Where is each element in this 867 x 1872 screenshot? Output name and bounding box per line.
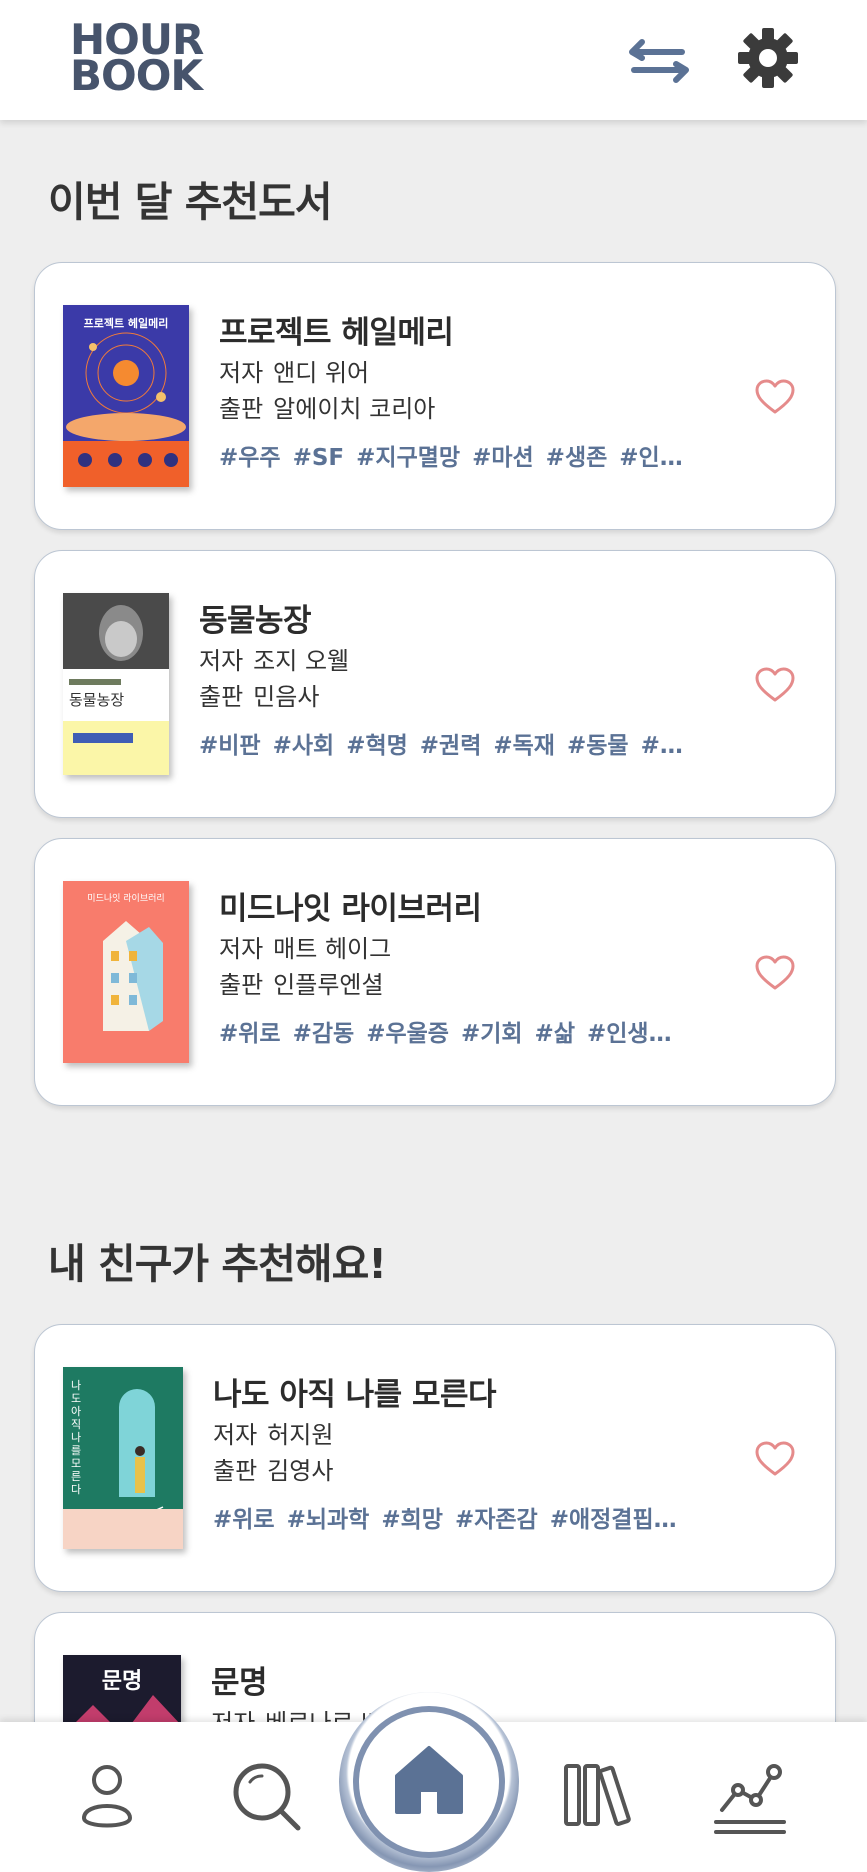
tag[interactable]: #감동 (293, 1021, 355, 1047)
library-icon[interactable] (552, 1752, 642, 1842)
book-title: 동물농장 (199, 603, 312, 639)
tag[interactable]: #삶 (535, 1021, 575, 1047)
app-logo[interactable]: HOUR BOOK (70, 19, 210, 100)
book-author: 저자 앤디 위어 (219, 359, 370, 387)
book-author: 저자 조지 오웰 (199, 647, 350, 675)
logo-line-2: BOOK (70, 51, 203, 100)
tag[interactable]: #우주 (219, 445, 281, 471)
tag[interactable]: #SF (293, 445, 345, 471)
tag[interactable]: #애정결핍 (550, 1507, 654, 1533)
tag[interactable]: #독재 (493, 733, 555, 759)
heart-icon[interactable] (755, 1441, 795, 1477)
book-tags: #우주 #SF #지구멸망 #마션 #생존 #인류애… (219, 441, 695, 475)
tag[interactable]: #권력 (420, 733, 482, 759)
book-cover[interactable]: 동물농장 (63, 593, 169, 775)
top-app-bar: HOUR BOOK (0, 0, 867, 120)
tag[interactable]: #러… (641, 733, 695, 759)
tag[interactable]: #위로 (213, 1507, 275, 1533)
tag[interactable]: #혁명 (346, 733, 408, 759)
book-card[interactable]: 미드나잇 라이브러리 미드나잇 라이브러리 저자 매트 헤이그 출판 인플루엔셜 #… (34, 838, 836, 1106)
search-icon[interactable] (222, 1752, 312, 1842)
book-cover-title: 미드나잇 라이브러리 (87, 894, 165, 904)
tag[interactable]: #비판 (199, 733, 261, 759)
book-cover-title: 프로젝트 헤일메리 (83, 317, 169, 330)
heart-icon[interactable] (755, 955, 795, 991)
profile-icon[interactable] (62, 1752, 152, 1842)
book-publisher: 출판 김영사 (213, 1457, 334, 1485)
tag[interactable]: #위로 (219, 1021, 281, 1047)
book-author: 저자 허지원 (213, 1421, 334, 1449)
book-cover[interactable]: 프로젝트 헤일메리 (63, 305, 189, 487)
tag[interactable]: #희망 (381, 1507, 443, 1533)
swap-arrows-icon[interactable] (628, 30, 690, 92)
book-title: 나도 아직 나를 모른다 (213, 1377, 497, 1413)
section-title-friends: 내 친구가 추천해요! (48, 1240, 387, 1288)
settings-gear-icon[interactable] (735, 25, 801, 91)
book-publisher: 출판 인플루엔셜 (219, 971, 384, 999)
book-card[interactable]: 나도 아직 나를 모른다 나도 아직 나를 모른다 저자 허지원 출판 김영사 #위… (34, 1324, 836, 1592)
heart-icon[interactable] (755, 379, 795, 415)
tag[interactable]: #뇌과학 (287, 1507, 370, 1533)
book-info: 미드나잇 라이브러리 저자 매트 헤이그 출판 인플루엔셜 #위로 #감동 #우울증 #기… (219, 887, 695, 1051)
stats-icon[interactable] (708, 1752, 798, 1842)
book-cover-title: 문명 (101, 1668, 143, 1694)
tag[interactable]: #인류애… (619, 445, 695, 471)
home-icon (395, 1746, 463, 1814)
home-button[interactable] (339, 1692, 519, 1872)
tag[interactable]: #동물 (567, 733, 629, 759)
book-cover[interactable]: 미드나잇 라이브러리 (63, 881, 189, 1063)
book-title: 프로젝트 헤일메리 (219, 315, 454, 351)
book-cover-title: 나도 아직 나를 모른다 (71, 1379, 82, 1496)
heart-icon[interactable] (755, 667, 795, 703)
book-publisher: 출판 민음사 (199, 683, 320, 711)
book-info: 프로젝트 헤일메리 저자 앤디 위어 출판 알에이치 코리아 #우주 #SF #지구멸망… (219, 311, 695, 475)
book-title: 미드나잇 라이브러리 (219, 891, 482, 927)
book-info: 나도 아직 나를 모른다 저자 허지원 출판 김영사 #위로 #뇌과학 #희망 #자존감 #… (213, 1373, 695, 1537)
book-cover[interactable]: 나도 아직 나를 모른다 (63, 1367, 183, 1549)
book-cover-title: 동물농장 (69, 691, 125, 709)
tag[interactable]: #사회 (273, 733, 335, 759)
book-publisher: 출판 알에이치 코리아 (219, 395, 436, 423)
book-info: 동물농장 저자조지 오웰 출판민음사 #비판 #사회 #혁명 #권력 #독재 #동물 #러… (199, 599, 695, 763)
tag[interactable]: #우울증 (366, 1021, 449, 1047)
tag[interactable]: #인생 (587, 1021, 649, 1047)
book-card[interactable]: 동물농장 동물농장 저자 조지 오웰 출판 민음사 #비판 #사회 #혁명 #권력 #독재 #… (34, 550, 836, 818)
book-tags: #위로#감동#우울증#기회#삶#인생#죽… (219, 1017, 695, 1051)
tag[interactable]: #자존감 (455, 1507, 538, 1533)
tag[interactable]: #기회 (461, 1021, 523, 1047)
tag[interactable]: #마션 (472, 445, 534, 471)
book-author: 저자 매트 헤이그 (219, 935, 392, 963)
book-tags: #비판 #사회 #혁명 #권력 #독재 #동물 #러… (199, 729, 695, 763)
tag[interactable]: #생존 (546, 445, 608, 471)
book-tags: #위로#뇌과학#희망#자존감#애정결핍#… (213, 1503, 695, 1537)
tag[interactable]: #지구멸망 (356, 445, 460, 471)
book-card[interactable]: 프로젝트 헤일메리 프로젝트 헤일메리 저자 앤디 위어 출판 알에이치 코리아 #… (34, 262, 836, 530)
section-title-monthly: 이번 달 추천도서 (48, 178, 333, 226)
